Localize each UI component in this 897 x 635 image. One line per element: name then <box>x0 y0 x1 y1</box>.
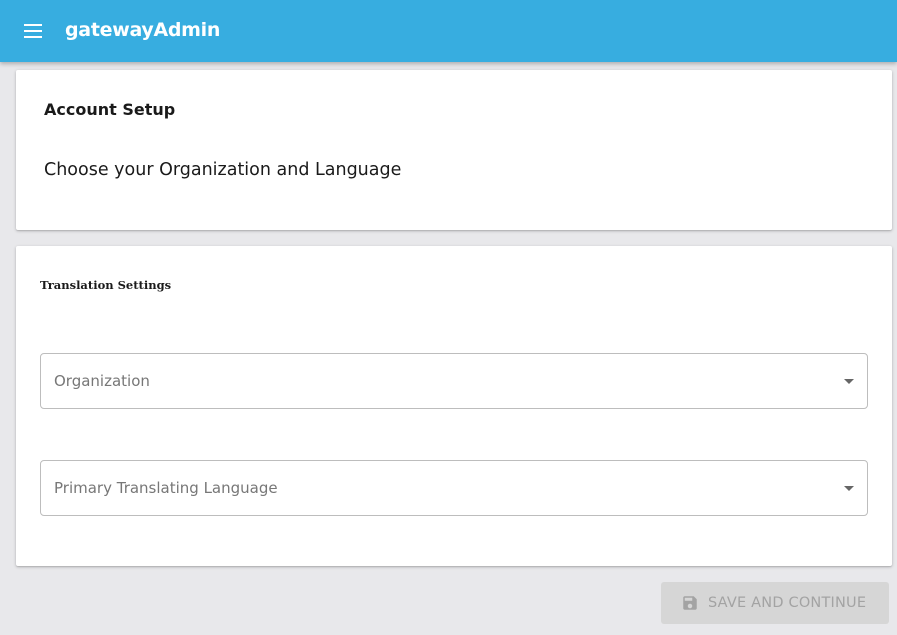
language-select[interactable]: Primary Translating Language <box>40 460 868 516</box>
app-title: gatewayAdmin <box>65 19 221 41</box>
save-icon <box>683 596 697 610</box>
language-label: Primary Translating Language <box>54 479 278 497</box>
section-title: Translation Settings <box>40 278 172 292</box>
app-bar: gatewayAdmin <box>0 0 897 62</box>
organization-select[interactable]: Organization <box>40 353 868 409</box>
dropdown-arrow-icon <box>844 486 854 491</box>
translation-settings-card: Translation Settings Organization Primar… <box>16 246 892 566</box>
page-subtitle: Choose your Organization and Language <box>44 160 402 180</box>
save-and-continue-button[interactable]: SAVE AND CONTINUE <box>661 582 889 624</box>
page-title: Account Setup <box>44 100 176 119</box>
account-setup-card: Account Setup Choose your Organization a… <box>16 70 892 230</box>
save-button-label: SAVE AND CONTINUE <box>708 595 867 611</box>
dropdown-arrow-icon <box>844 379 854 384</box>
menu-icon[interactable] <box>20 19 46 43</box>
organization-label: Organization <box>54 372 150 390</box>
